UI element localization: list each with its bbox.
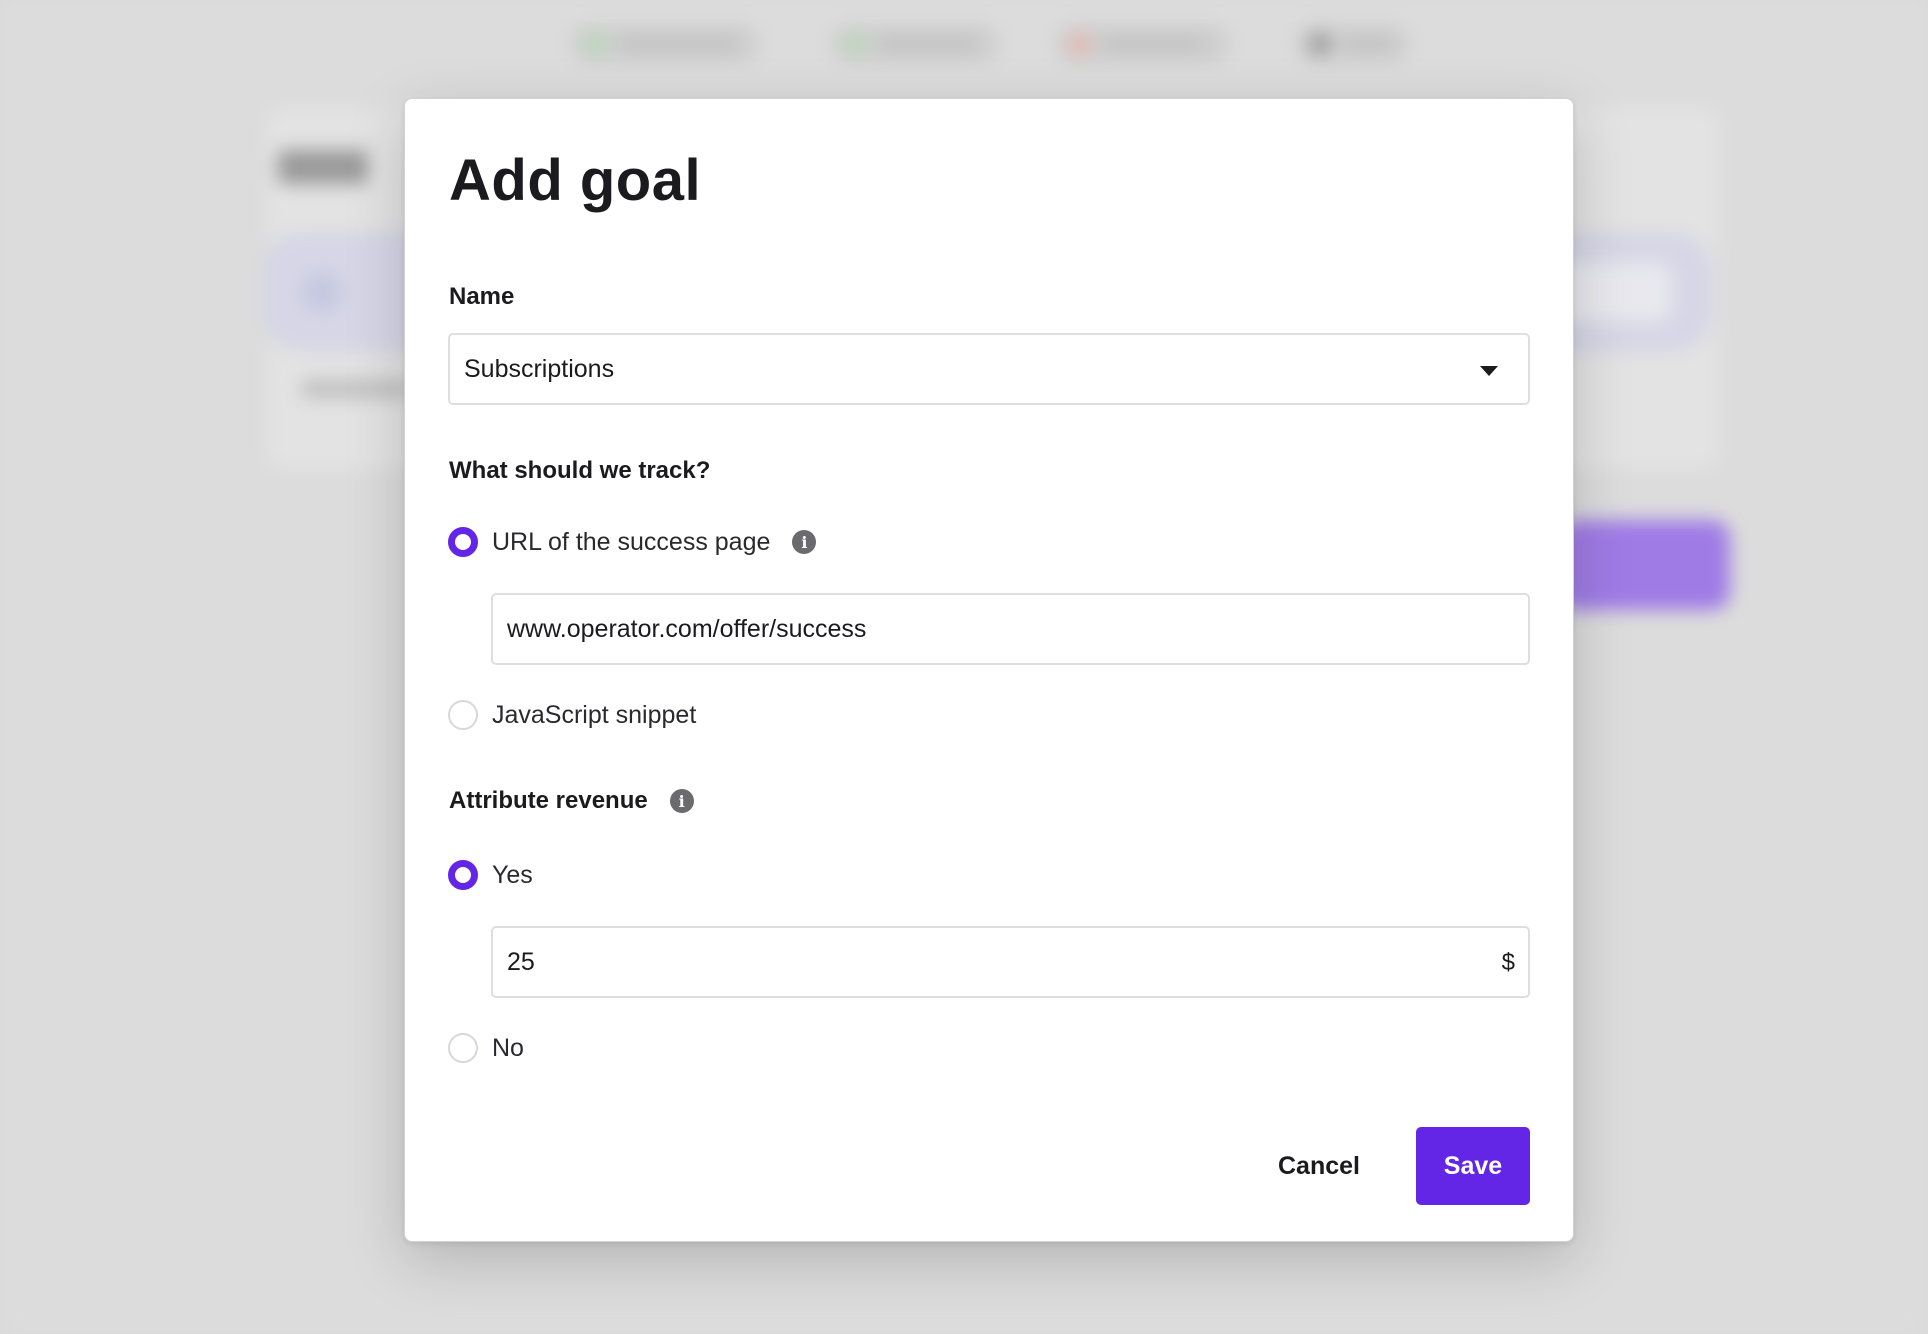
radio-button-selected[interactable]	[448, 860, 478, 890]
modal-title: Add goal	[449, 148, 702, 213]
radio-label: Yes	[492, 860, 533, 889]
radio-label: URL of the success page	[492, 527, 771, 556]
radio-button-selected[interactable]	[448, 527, 478, 557]
save-button[interactable]: Save	[1416, 1127, 1530, 1205]
name-select-value: Subscriptions	[464, 354, 615, 383]
currency-suffix: $	[1501, 949, 1515, 976]
radio-button[interactable]	[448, 1033, 478, 1063]
name-select[interactable]: Subscriptions	[448, 333, 1530, 405]
background-button	[1560, 520, 1730, 610]
background-line	[300, 380, 410, 398]
background-pill	[1295, 24, 1410, 64]
name-label: Name	[449, 283, 515, 310]
add-goal-modal: Add goal Name Subscriptions What should …	[404, 98, 1574, 1242]
radio-button[interactable]	[448, 700, 478, 730]
revenue-amount-input[interactable]	[491, 926, 1530, 998]
info-icon[interactable]: i	[792, 530, 817, 554]
radio-url-success-page[interactable]: URL of the success page i	[448, 527, 817, 557]
chevron-down-icon	[1480, 366, 1498, 376]
background-topbar	[0, 0, 1928, 88]
radio-yes[interactable]: Yes	[448, 860, 533, 890]
attribute-revenue-text: Attribute revenue	[449, 787, 648, 814]
attribute-revenue-label: Attribute revenue i	[449, 787, 694, 815]
background-pill	[1055, 24, 1230, 64]
info-icon[interactable]: i	[669, 789, 694, 813]
background-pill	[830, 24, 1000, 64]
cancel-button[interactable]: Cancel	[1254, 1127, 1384, 1205]
background-heading	[278, 150, 368, 184]
radio-label: JavaScript snippet	[492, 700, 697, 729]
success-url-input[interactable]	[491, 593, 1530, 665]
radio-no[interactable]: No	[448, 1033, 524, 1063]
radio-javascript-snippet[interactable]: JavaScript snippet	[448, 700, 696, 730]
track-label: What should we track?	[449, 457, 711, 484]
radio-label: No	[492, 1033, 524, 1062]
background-pill	[570, 24, 760, 64]
